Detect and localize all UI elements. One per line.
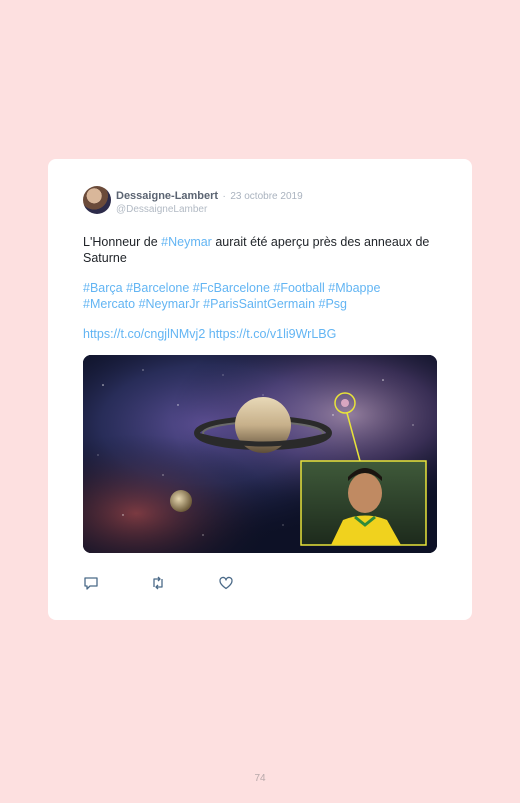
tweet-text: L'Honneur de #Neymar aurait été aperçu p… xyxy=(83,234,443,356)
inset-face-image xyxy=(300,460,427,546)
moon xyxy=(170,490,192,512)
tweet-header: Dessaigne-Lambert · 23 octobre 2019 @Des… xyxy=(116,188,303,216)
avatar[interactable] xyxy=(83,186,111,214)
author-name[interactable]: Dessaigne-Lambert xyxy=(116,190,218,202)
tweet-text-start: L'Honneur de xyxy=(83,235,162,249)
hashtags-line-1[interactable]: #Barça #Barcelone #FcBarcelone #Football… xyxy=(83,281,380,295)
hashtags-line-2[interactable]: #Mercato #NeymarJr #ParisSaintGermain #P… xyxy=(83,297,347,311)
tweet-links[interactable]: https://t.co/cngjlNMvj2 https://t.co/v1l… xyxy=(83,327,336,341)
separator: · xyxy=(222,191,226,202)
retweet-icon[interactable] xyxy=(150,575,166,591)
reply-icon[interactable] xyxy=(83,575,99,591)
page-number: 74 xyxy=(254,773,266,784)
hashtag-neymar[interactable]: #Neymar xyxy=(161,235,212,249)
author-handle[interactable]: @DessaigneLamber xyxy=(116,203,303,216)
space-saturn-image xyxy=(83,355,437,553)
tweet-card: Dessaigne-Lambert · 23 octobre 2019 @Des… xyxy=(48,159,472,620)
tiny-face xyxy=(341,399,349,407)
like-icon[interactable] xyxy=(218,575,234,591)
tweet-image[interactable] xyxy=(83,355,437,553)
tweet-date[interactable]: 23 octobre 2019 xyxy=(230,191,302,202)
